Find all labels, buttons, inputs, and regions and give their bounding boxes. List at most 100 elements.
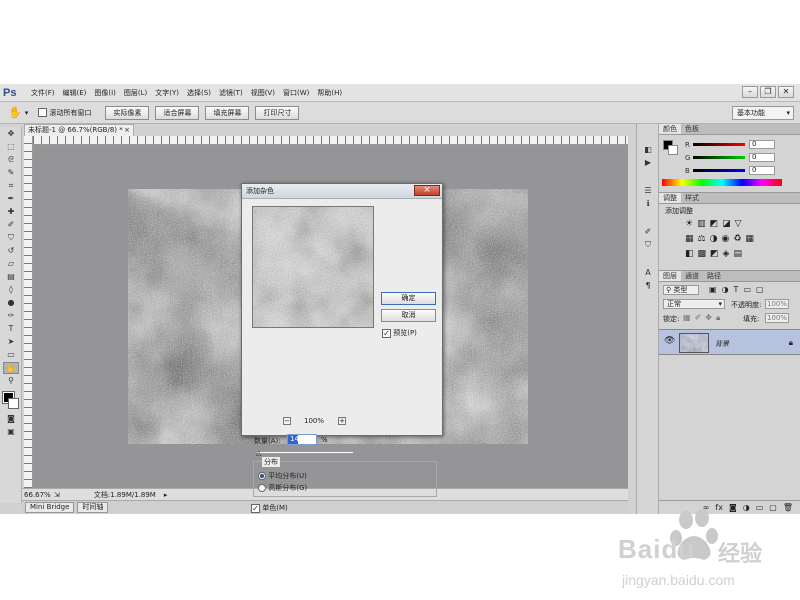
preview-option[interactable]: ✓ 预览(P) bbox=[382, 328, 417, 338]
lock-image-icon[interactable]: ✐ bbox=[695, 313, 702, 323]
close-icon[interactable]: × bbox=[414, 185, 440, 196]
zoom-level[interactable]: 66.67% bbox=[24, 491, 52, 499]
color-lookup-icon[interactable]: ▦ bbox=[745, 234, 754, 244]
layer-filter-select[interactable]: ⚲ 类型 bbox=[663, 285, 699, 295]
dialog-preview[interactable] bbox=[252, 206, 374, 328]
blue-gradient-track[interactable] bbox=[693, 169, 745, 172]
actions-panel-icon[interactable]: ▶ bbox=[640, 157, 656, 169]
channel-mixer-icon[interactable]: ♻ bbox=[733, 234, 741, 244]
smart-object-filter-icon[interactable]: ▢ bbox=[756, 285, 764, 294]
lock-transparent-icon[interactable]: ▦ bbox=[683, 313, 691, 323]
history-panel-icon[interactable]: ◧ bbox=[640, 144, 656, 156]
minimize-icon[interactable]: – bbox=[742, 86, 758, 98]
menu-layer[interactable]: 图层(L) bbox=[124, 88, 147, 98]
bg-color-chip[interactable] bbox=[668, 145, 678, 155]
close-icon[interactable]: ✕ bbox=[778, 86, 794, 98]
ok-button[interactable]: 确定 bbox=[381, 292, 436, 305]
zoom-in-button[interactable]: + bbox=[338, 417, 346, 425]
export-icon[interactable]: ⇲ bbox=[54, 491, 60, 499]
photo-filter-icon[interactable]: ◉ bbox=[721, 234, 729, 244]
dodge-tool-icon[interactable]: ● bbox=[3, 297, 19, 309]
gaussian-option[interactable]: 高斯分布(G) bbox=[258, 483, 307, 493]
color-slider-b[interactable]: B 0 bbox=[685, 166, 775, 175]
brightness-icon[interactable]: ☀ bbox=[685, 219, 693, 229]
pen-tool-icon[interactable]: ✑ bbox=[3, 310, 19, 322]
eye-icon[interactable]: 👁︎ bbox=[664, 336, 675, 346]
background-color-swatch[interactable] bbox=[8, 398, 19, 409]
lock-position-icon[interactable]: ✥ bbox=[705, 313, 712, 323]
hue-saturation-icon[interactable]: ▦ bbox=[685, 234, 694, 244]
cancel-button[interactable]: 取消 bbox=[381, 309, 436, 322]
document-tab[interactable]: 未标题-1 @ 66.7%(RGB/8) * × bbox=[24, 124, 134, 136]
pixel-filter-icon[interactable]: ▣ bbox=[709, 285, 717, 294]
properties-panel-icon[interactable]: ☰ bbox=[640, 185, 656, 197]
type-filter-icon[interactable]: T bbox=[734, 285, 739, 294]
close-tab-icon[interactable]: × bbox=[124, 125, 130, 136]
tab-layers[interactable]: 图层 bbox=[659, 271, 681, 281]
clone-stamp-tool-icon[interactable]: ⛉ bbox=[3, 232, 19, 244]
black-white-icon[interactable]: ◑ bbox=[710, 234, 718, 244]
menu-image[interactable]: 图像(I) bbox=[94, 88, 116, 98]
menu-help[interactable]: 帮助(H) bbox=[317, 88, 342, 98]
workspace-select[interactable]: 基本功能 ▾ bbox=[732, 106, 794, 120]
menu-select[interactable]: 选择(S) bbox=[187, 88, 211, 98]
character-panel-icon[interactable]: A bbox=[640, 267, 656, 279]
red-value-field[interactable]: 0 bbox=[749, 140, 775, 149]
gaussian-radio[interactable] bbox=[258, 484, 266, 492]
actual-pixels-button[interactable]: 实际像素 bbox=[105, 105, 150, 120]
color-balance-icon[interactable]: ⚖ bbox=[698, 234, 706, 244]
menu-window[interactable]: 窗口(W) bbox=[283, 88, 309, 98]
eraser-tool-icon[interactable]: ▱ bbox=[3, 258, 19, 270]
print-size-button[interactable]: 打印尺寸 bbox=[255, 105, 300, 120]
zoom-tool-icon[interactable]: ⚲ bbox=[3, 375, 19, 387]
info-panel-icon[interactable]: ℹ bbox=[640, 198, 656, 210]
move-tool-icon[interactable]: ✥ bbox=[3, 128, 19, 140]
preview-checkbox[interactable]: ✓ bbox=[382, 328, 391, 338]
menu-edit[interactable]: 编辑(E) bbox=[63, 88, 87, 98]
vibrance-icon[interactable]: ▽ bbox=[735, 219, 742, 229]
menu-view[interactable]: 视图(V) bbox=[251, 88, 275, 98]
shape-filter-icon[interactable]: ▭ bbox=[743, 285, 751, 294]
tab-mini-bridge[interactable]: Mini Bridge bbox=[25, 502, 75, 513]
green-gradient-track[interactable] bbox=[693, 156, 745, 159]
restore-icon[interactable]: ❐ bbox=[760, 86, 776, 98]
monochrome-option[interactable]: ✓ 单色(M) bbox=[251, 503, 288, 513]
tab-timeline[interactable]: 时间轴 bbox=[77, 502, 109, 513]
uniform-option[interactable]: 平均分布(U) bbox=[258, 471, 307, 481]
red-gradient-track[interactable] bbox=[693, 143, 745, 146]
status-menu-arrow-icon[interactable]: ▸ bbox=[164, 491, 168, 499]
menu-filter[interactable]: 滤镜(T) bbox=[219, 88, 243, 98]
color-slider-r[interactable]: R 0 bbox=[685, 140, 775, 149]
hand-tool-icon[interactable]: ✋ bbox=[3, 362, 19, 374]
uniform-radio[interactable] bbox=[258, 472, 266, 480]
fill-field[interactable]: 100% bbox=[765, 313, 789, 323]
crop-tool-icon[interactable]: ⌗ bbox=[3, 180, 19, 192]
quick-select-tool-icon[interactable]: ✎ bbox=[3, 167, 19, 179]
screen-mode-icon[interactable]: ▣ bbox=[3, 426, 19, 438]
color-slider-g[interactable]: G 0 bbox=[685, 153, 775, 162]
menu-file[interactable]: 文件(F) bbox=[31, 88, 55, 98]
amount-slider-thumb-icon[interactable]: △ bbox=[256, 449, 261, 457]
clone-source-panel-icon[interactable]: ⛉ bbox=[640, 239, 656, 251]
blue-value-field[interactable]: 0 bbox=[749, 166, 775, 175]
levels-icon[interactable]: ▥ bbox=[697, 219, 706, 229]
type-tool-icon[interactable]: T bbox=[3, 323, 19, 335]
gradient-tool-icon[interactable]: ▤ bbox=[3, 271, 19, 283]
threshold-icon[interactable]: ◩ bbox=[710, 249, 719, 259]
zoom-out-button[interactable]: − bbox=[283, 417, 291, 425]
brush-tool-icon[interactable]: ✐ bbox=[3, 219, 19, 231]
tab-swatches[interactable]: 色板 bbox=[681, 124, 703, 134]
adjustment-filter-icon[interactable]: ◑ bbox=[722, 285, 729, 294]
color-spectrum-bar[interactable] bbox=[662, 179, 782, 186]
fit-screen-button[interactable]: 适合屏幕 bbox=[155, 105, 200, 120]
history-brush-tool-icon[interactable]: ↺ bbox=[3, 245, 19, 257]
tab-color[interactable]: 颜色 bbox=[659, 124, 681, 134]
posterize-icon[interactable]: ▩ bbox=[698, 249, 707, 259]
lock-all-icon[interactable]: 🔒︎ bbox=[716, 313, 720, 323]
opacity-field[interactable]: 100% bbox=[765, 299, 789, 309]
fill-screen-button[interactable]: 填充屏幕 bbox=[205, 105, 250, 120]
tab-paths[interactable]: 路径 bbox=[703, 271, 725, 281]
paragraph-panel-icon[interactable]: ¶ bbox=[640, 280, 656, 292]
layer-row[interactable]: 👁︎ 背景 🔒︎ bbox=[659, 329, 800, 355]
eyedropper-tool-icon[interactable]: ✒ bbox=[3, 193, 19, 205]
